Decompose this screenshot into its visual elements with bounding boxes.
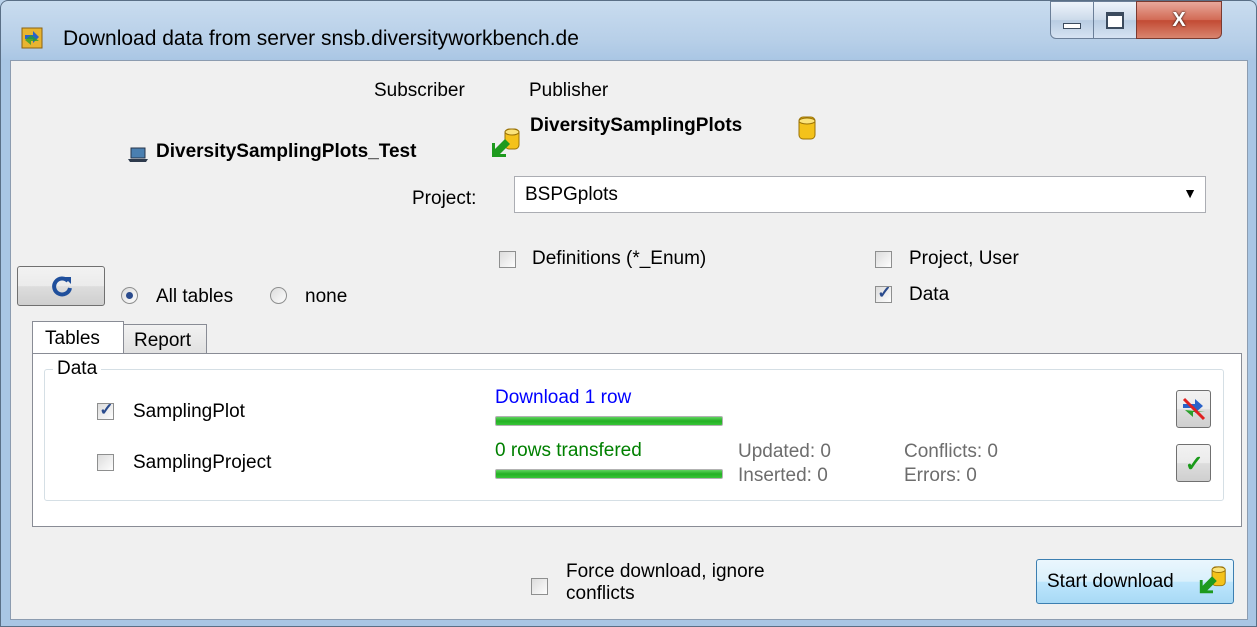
subscriber-label: Subscriber bbox=[374, 80, 465, 101]
data-label: Data bbox=[909, 284, 950, 305]
radio-dot bbox=[126, 292, 133, 299]
project-value: BSPGplots bbox=[525, 184, 618, 205]
project-combobox[interactable]: BSPGplots ▼ bbox=[514, 176, 1206, 213]
minimize-button[interactable] bbox=[1050, 1, 1094, 39]
download-status: Download 1 row bbox=[495, 387, 632, 408]
database-icon bbox=[798, 116, 816, 140]
project-user-label: Project, User bbox=[909, 248, 1019, 269]
all-tables-label: All tables bbox=[156, 286, 234, 307]
download-arrow-database-icon bbox=[1199, 566, 1226, 594]
data-checkbox[interactable]: ✓ bbox=[875, 283, 892, 303]
none-radio[interactable] bbox=[270, 287, 287, 304]
maximize-icon bbox=[1106, 11, 1124, 29]
samplingplot-label: SamplingPlot bbox=[133, 401, 245, 422]
transfer-progress-bar bbox=[495, 469, 723, 479]
reset-transfer-button[interactable] bbox=[1176, 390, 1211, 428]
close-icon: X bbox=[1172, 8, 1186, 31]
laptop-icon bbox=[128, 147, 148, 162]
updated-count: Updated: 0 bbox=[738, 441, 831, 462]
dialog-window: Download data from server snsb.diversity… bbox=[0, 0, 1257, 627]
checkmark-icon: ✓ bbox=[1185, 451, 1204, 476]
tables-tab-page: Data ✓ SamplingPlot SamplingProject Down… bbox=[32, 353, 1242, 527]
samplingproject-checkbox[interactable] bbox=[97, 454, 114, 471]
tab-control: Tables Report Data ✓ SamplingPlot Sampli… bbox=[32, 321, 1242, 527]
definitions-checkbox[interactable] bbox=[499, 251, 516, 268]
none-label: none bbox=[305, 286, 348, 307]
app-sync-icon bbox=[21, 27, 43, 49]
tab-tables-label: Tables bbox=[45, 328, 100, 349]
errors-count: Errors: 0 bbox=[904, 465, 977, 486]
check-button[interactable]: ✓ bbox=[1176, 444, 1211, 482]
project-label: Project: bbox=[412, 188, 477, 209]
samplingplot-checkbox[interactable]: ✓ bbox=[97, 400, 114, 420]
all-tables-radio[interactable] bbox=[121, 287, 138, 304]
close-button[interactable]: X bbox=[1136, 1, 1222, 39]
inserted-count: Inserted: 0 bbox=[738, 465, 828, 486]
publisher-database: DiversitySamplingPlots bbox=[530, 115, 743, 136]
refresh-icon bbox=[52, 276, 72, 297]
force-download-checkbox[interactable] bbox=[531, 578, 548, 595]
force-download-line2: conflicts bbox=[566, 583, 635, 604]
chevron-down-icon: ▼ bbox=[1183, 185, 1197, 201]
window-title: Download data from server snsb.diversity… bbox=[63, 27, 579, 50]
subscriber-database: DiversitySamplingPlots_Test bbox=[156, 141, 417, 162]
publisher-label: Publisher bbox=[529, 80, 609, 101]
conflicts-count: Conflicts: 0 bbox=[904, 441, 998, 462]
samplingproject-label: SamplingProject bbox=[133, 452, 272, 473]
dialog-client-area: Subscriber Publisher DiversitySamplingPl… bbox=[10, 60, 1248, 620]
start-download-label: Start download bbox=[1047, 571, 1174, 592]
checkmark-icon: ✓ bbox=[877, 283, 892, 302]
minimize-icon bbox=[1063, 23, 1081, 29]
data-group-title: Data bbox=[53, 358, 102, 380]
download-progress-bar bbox=[495, 416, 723, 426]
force-download-line1: Force download, ignore bbox=[566, 561, 765, 582]
refresh-button[interactable] bbox=[17, 266, 105, 306]
tab-report[interactable]: Report bbox=[123, 324, 207, 354]
tab-report-label: Report bbox=[134, 330, 192, 351]
checkmark-icon: ✓ bbox=[99, 400, 114, 419]
maximize-button[interactable] bbox=[1093, 1, 1137, 39]
transfer-status: 0 rows transfered bbox=[495, 440, 642, 461]
no-transfer-icon bbox=[1182, 397, 1206, 421]
force-download-label: Force download, ignore conflicts bbox=[566, 561, 765, 605]
definitions-label: Definitions (*_Enum) bbox=[532, 248, 707, 269]
start-download-button[interactable]: Start download bbox=[1036, 559, 1234, 604]
project-user-checkbox[interactable] bbox=[875, 251, 892, 268]
download-arrow-database-icon bbox=[492, 128, 520, 157]
title-bar[interactable]: Download data from server snsb.diversity… bbox=[1, 1, 1256, 59]
tab-tables[interactable]: Tables bbox=[32, 321, 124, 354]
data-groupbox: Data ✓ SamplingPlot SamplingProject Down… bbox=[44, 358, 1224, 501]
